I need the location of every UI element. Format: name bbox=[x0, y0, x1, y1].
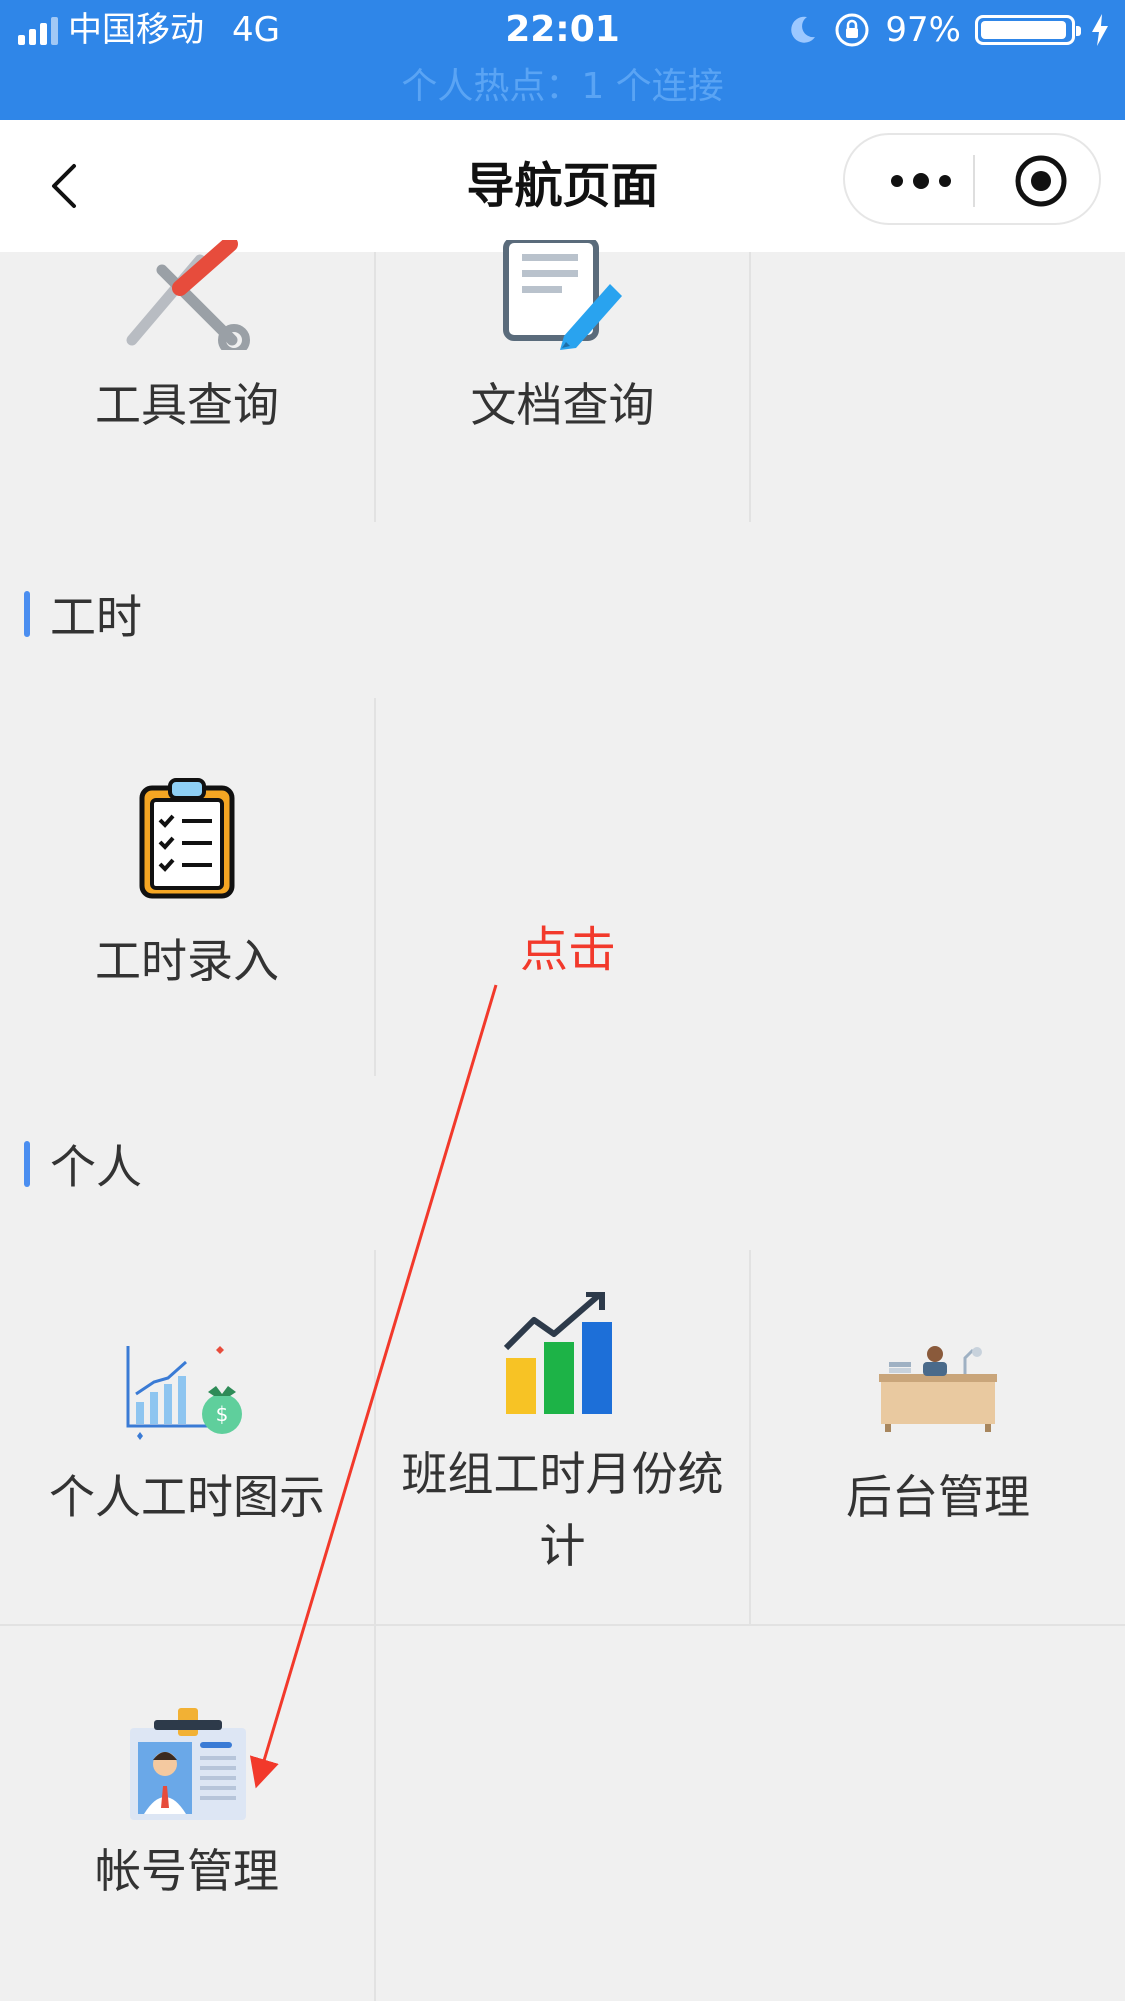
grid-divider bbox=[749, 252, 751, 522]
grid-item-documents[interactable]: 文档查询 bbox=[376, 240, 749, 522]
grid-item-team-monthly-stats[interactable]: 班组工时月份统计 bbox=[376, 1250, 749, 1624]
target-circle-icon[interactable] bbox=[1013, 153, 1069, 209]
section-title: 个人 bbox=[50, 1140, 142, 1194]
annotation-label: 点击 bbox=[520, 922, 617, 978]
section-title: 工时 bbox=[50, 590, 142, 644]
document-edit-icon bbox=[503, 240, 622, 350]
rotation-lock-icon bbox=[835, 13, 869, 47]
grid-item-label: 班组工时月份统计 bbox=[401, 1447, 724, 1573]
admin-desk-icon bbox=[879, 1346, 997, 1432]
grid-item-label: 帐号管理 bbox=[95, 1844, 279, 1898]
grid-divider bbox=[374, 698, 376, 1076]
section-accent-bar bbox=[24, 591, 30, 637]
grid-item-personal-hours-chart[interactable]: $ 个人工时图示 bbox=[0, 1250, 374, 1624]
tools-icon bbox=[126, 240, 250, 350]
grid-item-label: 工具查询 bbox=[95, 378, 279, 432]
battery-icon bbox=[975, 15, 1081, 45]
capsule-divider bbox=[973, 155, 975, 207]
clipboard-checklist-icon bbox=[139, 778, 235, 899]
charging-icon bbox=[1092, 14, 1108, 46]
grid-item-label: 工时录入 bbox=[95, 934, 279, 988]
grid-item-backend-admin[interactable]: 后台管理 bbox=[751, 1250, 1125, 1624]
grid-item-label: 文档查询 bbox=[470, 378, 655, 432]
grid-item-label: 后台管理 bbox=[846, 1470, 1030, 1524]
section-header-hours: 工时 bbox=[24, 590, 142, 644]
grid-item-tools[interactable]: 工具查询 bbox=[0, 240, 374, 522]
moon-icon bbox=[791, 16, 816, 43]
battery-percent: 97% bbox=[885, 10, 961, 50]
status-right: 97% bbox=[785, 8, 1111, 52]
section-header-personal: 个人 bbox=[24, 1140, 142, 1194]
svg-text:$: $ bbox=[216, 1402, 229, 1426]
status-bar: 中国移动 4G 22:01 97% 个人热点：1 个连接 bbox=[0, 0, 1125, 120]
grid-item-hours-entry[interactable]: 工时录入 bbox=[0, 698, 374, 1076]
chart-money-icon: $ bbox=[126, 1346, 242, 1440]
section-accent-bar bbox=[24, 1141, 30, 1187]
hotspot-indicator[interactable]: 个人热点：1 个连接 bbox=[0, 62, 1125, 112]
navigation-bar: 导航页面 bbox=[0, 120, 1125, 252]
mini-program-capsule bbox=[843, 133, 1101, 225]
more-dots-icon[interactable] bbox=[881, 163, 961, 199]
grid-item-label: 个人工时图示 bbox=[49, 1470, 325, 1524]
id-badge-icon bbox=[130, 1708, 246, 1820]
grid-item-account-management[interactable]: 帐号管理 bbox=[0, 1626, 374, 2001]
bar-chart-trend-icon bbox=[503, 1292, 612, 1414]
